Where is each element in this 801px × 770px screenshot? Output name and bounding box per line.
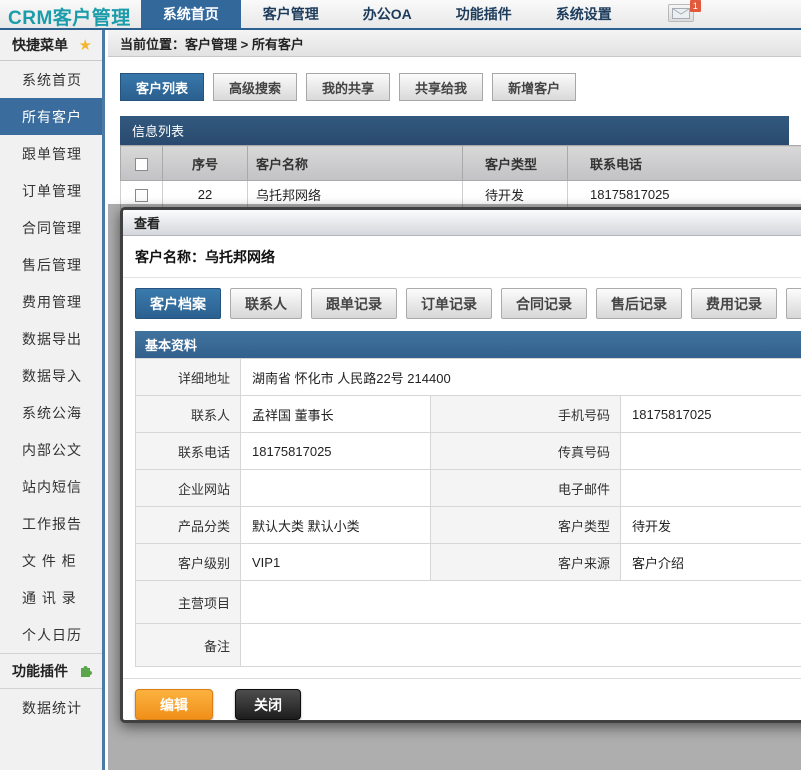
customer-list-button[interactable]: 客户列表 (120, 73, 204, 101)
phone-value: 18175817025 (241, 433, 431, 470)
shared-to-me-button[interactable]: 共享给我 (399, 73, 483, 101)
tab-contract-records[interactable]: 合同记录 (501, 288, 587, 319)
tab-attachment-records[interactable]: 附件记录 (786, 288, 801, 319)
sidebar-plugins-header: 功能插件 (0, 653, 102, 689)
category-value: 默认大类 默认小类 (241, 507, 431, 544)
list-title-bar: 信息列表 (120, 116, 789, 145)
email-value (621, 470, 801, 507)
level-value: VIP1 (241, 544, 431, 581)
close-button[interactable]: 关闭 (235, 689, 301, 720)
level-label: 客户级别 (136, 544, 241, 581)
sidebar-item-messages[interactable]: 站内短信 (0, 468, 102, 505)
sidebar-item-data-stats[interactable]: 数据统计 (0, 689, 102, 726)
sidebar-item-home[interactable]: 系统首页 (0, 61, 102, 98)
website-label: 企业网站 (136, 470, 241, 507)
advanced-search-button[interactable]: 高级搜索 (213, 73, 297, 101)
remark-label: 备注 (136, 624, 241, 667)
my-shares-button[interactable]: 我的共享 (306, 73, 390, 101)
address-value: 湖南省 怀化市 人民路22号 214400 (241, 359, 801, 396)
view-customer-dialog: 查看 客户名称：乌托邦网络 客户档案 联系人 跟单记录 订单记录 合同记录 售后… (120, 207, 801, 723)
sidebar: 快捷菜单 ★ 系统首页 所有客户 跟单管理 订单管理 合同管理 售后管理 费用管… (0, 30, 105, 770)
sidebar-item-internal-docs[interactable]: 内部公文 (0, 431, 102, 468)
mail-badge: 1 (690, 0, 701, 12)
sidebar-item-followup[interactable]: 跟单管理 (0, 135, 102, 172)
sidebar-item-data-import[interactable]: 数据导入 (0, 357, 102, 394)
sidebar-item-orders[interactable]: 订单管理 (0, 172, 102, 209)
type-value: 待开发 (621, 507, 801, 544)
column-type: 客户类型 (463, 146, 568, 181)
row-checkbox[interactable] (135, 189, 148, 202)
mail-button[interactable]: 1 (668, 4, 694, 23)
column-phone: 联系电话 (568, 146, 801, 181)
tab-order-records[interactable]: 订单记录 (406, 288, 492, 319)
app-logo: CRM客户管理 (0, 0, 141, 28)
top-navbar: CRM客户管理 系统首页 客户管理 办公OA 功能插件 系统设置 1 (0, 0, 801, 30)
sidebar-item-data-export[interactable]: 数据导出 (0, 320, 102, 357)
mobile-value: 18175817025 (621, 396, 801, 433)
tab-expense-records[interactable]: 费用记录 (691, 288, 777, 319)
fax-value (621, 433, 801, 470)
contact-label: 联系人 (136, 396, 241, 433)
sidebar-item-aftersale[interactable]: 售后管理 (0, 246, 102, 283)
nav-plugins[interactable]: 功能插件 (434, 0, 534, 28)
column-name: 客户名称 (248, 146, 463, 181)
contact-value: 孟祥国 董事长 (241, 396, 431, 433)
sidebar-item-file-cabinet[interactable]: 文 件 柜 (0, 542, 102, 579)
sidebar-header: 快捷菜单 ★ (0, 30, 102, 61)
tab-aftersale-records[interactable]: 售后记录 (596, 288, 682, 319)
sidebar-item-expenses[interactable]: 费用管理 (0, 283, 102, 320)
source-value: 客户介绍 (621, 544, 801, 581)
sidebar-item-contacts[interactable]: 通 讯 录 (0, 579, 102, 616)
sidebar-item-work-reports[interactable]: 工作报告 (0, 505, 102, 542)
customer-name-heading: 客户名称：乌托邦网络 (123, 236, 801, 278)
edit-button[interactable]: 编辑 (135, 689, 213, 720)
sidebar-item-contracts[interactable]: 合同管理 (0, 209, 102, 246)
toolbar: 客户列表 高级搜索 我的共享 共享给我 新增客户 (120, 73, 789, 101)
select-all-cell (121, 146, 163, 181)
nav-home[interactable]: 系统首页 (141, 0, 241, 28)
add-customer-button[interactable]: 新增客户 (492, 73, 576, 101)
business-value (241, 581, 801, 624)
sidebar-item-calendar[interactable]: 个人日历 (0, 616, 102, 653)
dialog-title-bar: 查看 (123, 210, 801, 236)
fax-label: 传真号码 (431, 433, 621, 470)
dialog-footer: 编辑 关闭 (123, 678, 801, 723)
phone-label: 联系电话 (136, 433, 241, 470)
customer-table: 序号 客户名称 客户类型 联系电话 22 乌托邦网络 待开发 181758170… (120, 145, 801, 209)
sidebar-item-public-pool[interactable]: 系统公海 (0, 394, 102, 431)
source-label: 客户来源 (431, 544, 621, 581)
category-label: 产品分类 (136, 507, 241, 544)
website-value (241, 470, 431, 507)
remark-value (241, 624, 801, 667)
tab-customer-profile[interactable]: 客户档案 (135, 288, 221, 319)
table-header-row: 序号 客户名称 客户类型 联系电话 (121, 146, 801, 181)
email-label: 电子邮件 (431, 470, 621, 507)
column-seq: 序号 (163, 146, 248, 181)
tab-contacts[interactable]: 联系人 (230, 288, 302, 319)
nav-settings[interactable]: 系统设置 (534, 0, 634, 28)
type-label: 客户类型 (431, 507, 621, 544)
tab-followup-records[interactable]: 跟单记录 (311, 288, 397, 319)
address-label: 详细地址 (136, 359, 241, 396)
sidebar-plugins-label: 功能插件 (12, 661, 68, 681)
business-label: 主营项目 (136, 581, 241, 624)
select-all-checkbox[interactable] (135, 158, 148, 171)
mobile-label: 手机号码 (431, 396, 621, 433)
nav-customers[interactable]: 客户管理 (241, 0, 341, 28)
sidebar-item-all-customers[interactable]: 所有客户 (0, 98, 102, 135)
app-window: CRM客户管理 系统首页 客户管理 办公OA 功能插件 系统设置 1 快捷菜单 … (0, 0, 801, 770)
breadcrumb: 当前位置：客户管理 > 所有客户 (108, 30, 801, 57)
basic-info-table: 详细地址 湖南省 怀化市 人民路22号 214400 联系人 孟祥国 董事长 手… (135, 358, 801, 667)
star-icon: ★ (79, 36, 92, 54)
basic-info-section-bar: 基本资料 (135, 331, 801, 358)
nav-office-oa[interactable]: 办公OA (341, 0, 434, 28)
dialog-tabs: 客户档案 联系人 跟单记录 订单记录 合同记录 售后记录 费用记录 附件记录 (123, 278, 801, 327)
sidebar-header-label: 快捷菜单 (12, 35, 68, 55)
puzzle-icon (78, 662, 94, 681)
